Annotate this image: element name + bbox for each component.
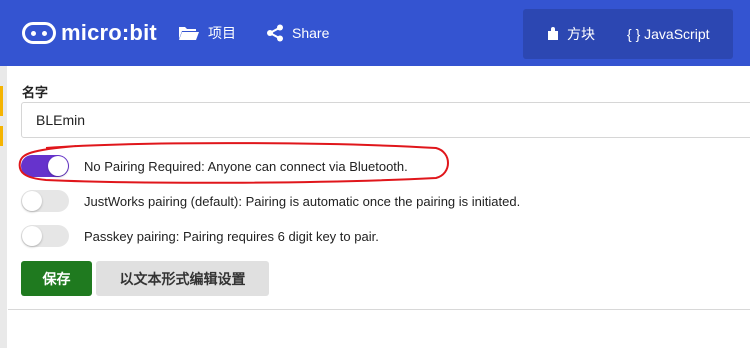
projects-button[interactable]: 项目 [178, 22, 236, 44]
share-label: Share [292, 25, 330, 41]
passkey-label: Passkey pairing: Pairing requires 6 digi… [84, 228, 379, 244]
left-accent-marker [0, 86, 3, 116]
name-field[interactable] [21, 102, 750, 138]
blocks-editor-button[interactable]: 方块 [547, 23, 595, 45]
microbit-logo-icon [22, 22, 56, 44]
javascript-editor-button[interactable]: { } JavaScript [627, 23, 710, 45]
red-annotation-circle [18, 142, 449, 184]
toggle-knob [22, 226, 42, 246]
top-menu-bar: micro:bit 项目 Share 方块 {} JavaScript [0, 0, 750, 66]
microbit-logo[interactable]: micro:bit [22, 18, 157, 48]
javascript-label: { } JavaScript [627, 26, 710, 42]
share-button[interactable]: Share [266, 22, 329, 44]
passkey-toggle[interactable] [21, 225, 69, 247]
save-button[interactable]: 保存 [21, 261, 92, 296]
share-icon [266, 24, 284, 42]
edit-as-text-button[interactable]: 以文本形式编辑设置 [96, 261, 269, 296]
blocks-label: 方块 [567, 26, 595, 42]
logo-text: micro:bit [61, 20, 157, 45]
toggle-knob [22, 191, 42, 211]
projects-label: 项目 [208, 25, 236, 41]
left-accent-marker [0, 126, 3, 146]
folder-icon [178, 25, 200, 41]
option-passkey-pairing[interactable]: Passkey pairing: Pairing requires 6 digi… [21, 224, 379, 248]
justworks-toggle[interactable] [21, 190, 69, 212]
editor-toggle: 方块 { } JavaScript [523, 9, 733, 59]
puzzle-piece-icon [547, 27, 559, 41]
option-justworks-pairing[interactable]: JustWorks pairing (default): Pairing is … [21, 189, 520, 213]
name-label: 名字 [22, 85, 49, 100]
justworks-label: JustWorks pairing (default): Pairing is … [84, 193, 521, 209]
